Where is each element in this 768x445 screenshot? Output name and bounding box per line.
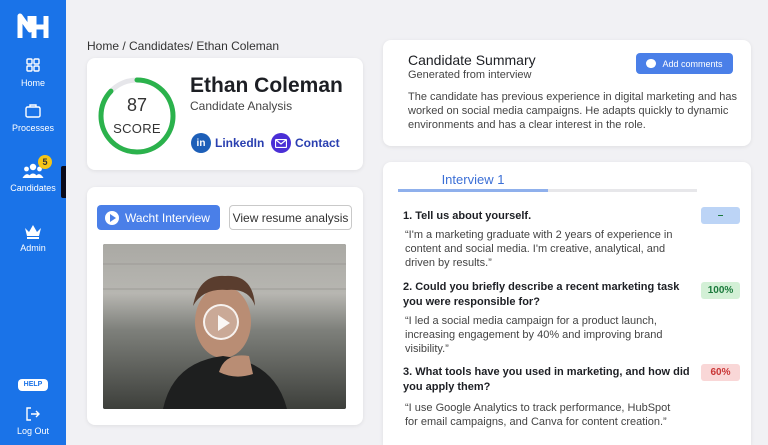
candidate-profile-card: 87 SCORE Ethan Coleman Candidate Analysi… — [87, 58, 363, 170]
comment-bubble-icon — [646, 59, 657, 68]
interview-card: Interview 1 1. Tell us about yourself. “… — [383, 162, 751, 445]
candidate-summary-card: Candidate Summary Generated from intervi… — [383, 40, 751, 146]
question-1: 1. Tell us about yourself. — [403, 210, 532, 222]
grid-icon — [26, 58, 40, 72]
help-button[interactable]: HELP — [18, 379, 48, 391]
sidebar-item-label: Processes — [11, 123, 55, 133]
watch-interview-button[interactable]: Wacht Interview — [97, 205, 220, 230]
sidebar-item-processes[interactable]: Processes — [0, 102, 66, 133]
logout-button[interactable]: Log Out — [0, 405, 66, 436]
question-3: 3. What tools have you used in marketing… — [403, 366, 690, 393]
score-value: 87 — [126, 95, 148, 115]
add-comments-button[interactable]: Add comments — [636, 53, 733, 74]
crown-icon — [25, 225, 41, 239]
sidebar-item-label: Admin — [20, 243, 46, 253]
interview-video-player[interactable] — [103, 244, 346, 409]
app-logo[interactable] — [17, 12, 49, 40]
summary-text: The candidate has previous experience in… — [408, 91, 737, 131]
linkedin-label: LinkedIn — [215, 136, 265, 150]
answer-2: “I led a social media campaign for a pro… — [405, 315, 663, 355]
question-2-score: 100% — [701, 282, 740, 299]
linkedin-icon: in — [191, 133, 211, 153]
sidebar-item-label: Home — [20, 78, 45, 88]
active-indicator — [61, 166, 66, 198]
sidebar-item-admin[interactable]: Admin — [0, 222, 66, 253]
mail-icon — [271, 133, 291, 153]
video-play-button[interactable] — [203, 304, 239, 340]
score-label: SCORE — [113, 121, 161, 136]
question-2: 2. Could you briefly describe a recent m… — [403, 281, 680, 308]
add-comments-label: Add comments — [662, 58, 723, 69]
candidate-subtitle: Candidate Analysis — [190, 99, 293, 113]
tab-active-underline — [398, 189, 548, 192]
interview-video-card: Wacht Interview View resume analysis — [87, 187, 363, 425]
briefcase-icon — [25, 104, 41, 118]
question-1-score: – — [701, 207, 740, 224]
contact-label: Contact — [295, 136, 340, 150]
sidebar-item-candidates[interactable]: 5 Candidates — [0, 155, 66, 193]
sidebar-item-label: Candidates — [10, 183, 56, 193]
summary-title: Candidate Summary — [408, 52, 536, 68]
tab-interview-1[interactable]: Interview 1 — [398, 172, 548, 190]
play-circle-icon — [105, 210, 119, 225]
sidebar: Home Processes 5 Candidates Admin HELP L… — [0, 0, 66, 445]
watch-interview-label: Wacht Interview — [125, 210, 210, 225]
logout-icon — [26, 407, 40, 421]
view-resume-analysis-button[interactable]: View resume analysis — [229, 205, 352, 230]
logout-label: Log Out — [16, 426, 50, 436]
summary-subtitle: Generated from interview — [408, 69, 532, 81]
contact-link[interactable]: Contact — [271, 133, 340, 153]
question-3-score: 60% — [701, 364, 740, 381]
breadcrumb[interactable]: Home / Candidates/ Ethan Coleman — [87, 39, 279, 53]
candidates-count-badge: 5 — [38, 155, 52, 169]
score-arc — [98, 77, 176, 155]
sidebar-item-home[interactable]: Home — [0, 57, 66, 88]
linkedin-link[interactable]: in LinkedIn — [191, 133, 264, 153]
answer-3: “I use Google Analytics to track perform… — [405, 402, 671, 428]
score-ring — [98, 77, 176, 155]
candidate-name: Ethan Coleman — [190, 74, 343, 97]
answer-1: “I'm a marketing graduate with 2 years o… — [405, 229, 673, 269]
